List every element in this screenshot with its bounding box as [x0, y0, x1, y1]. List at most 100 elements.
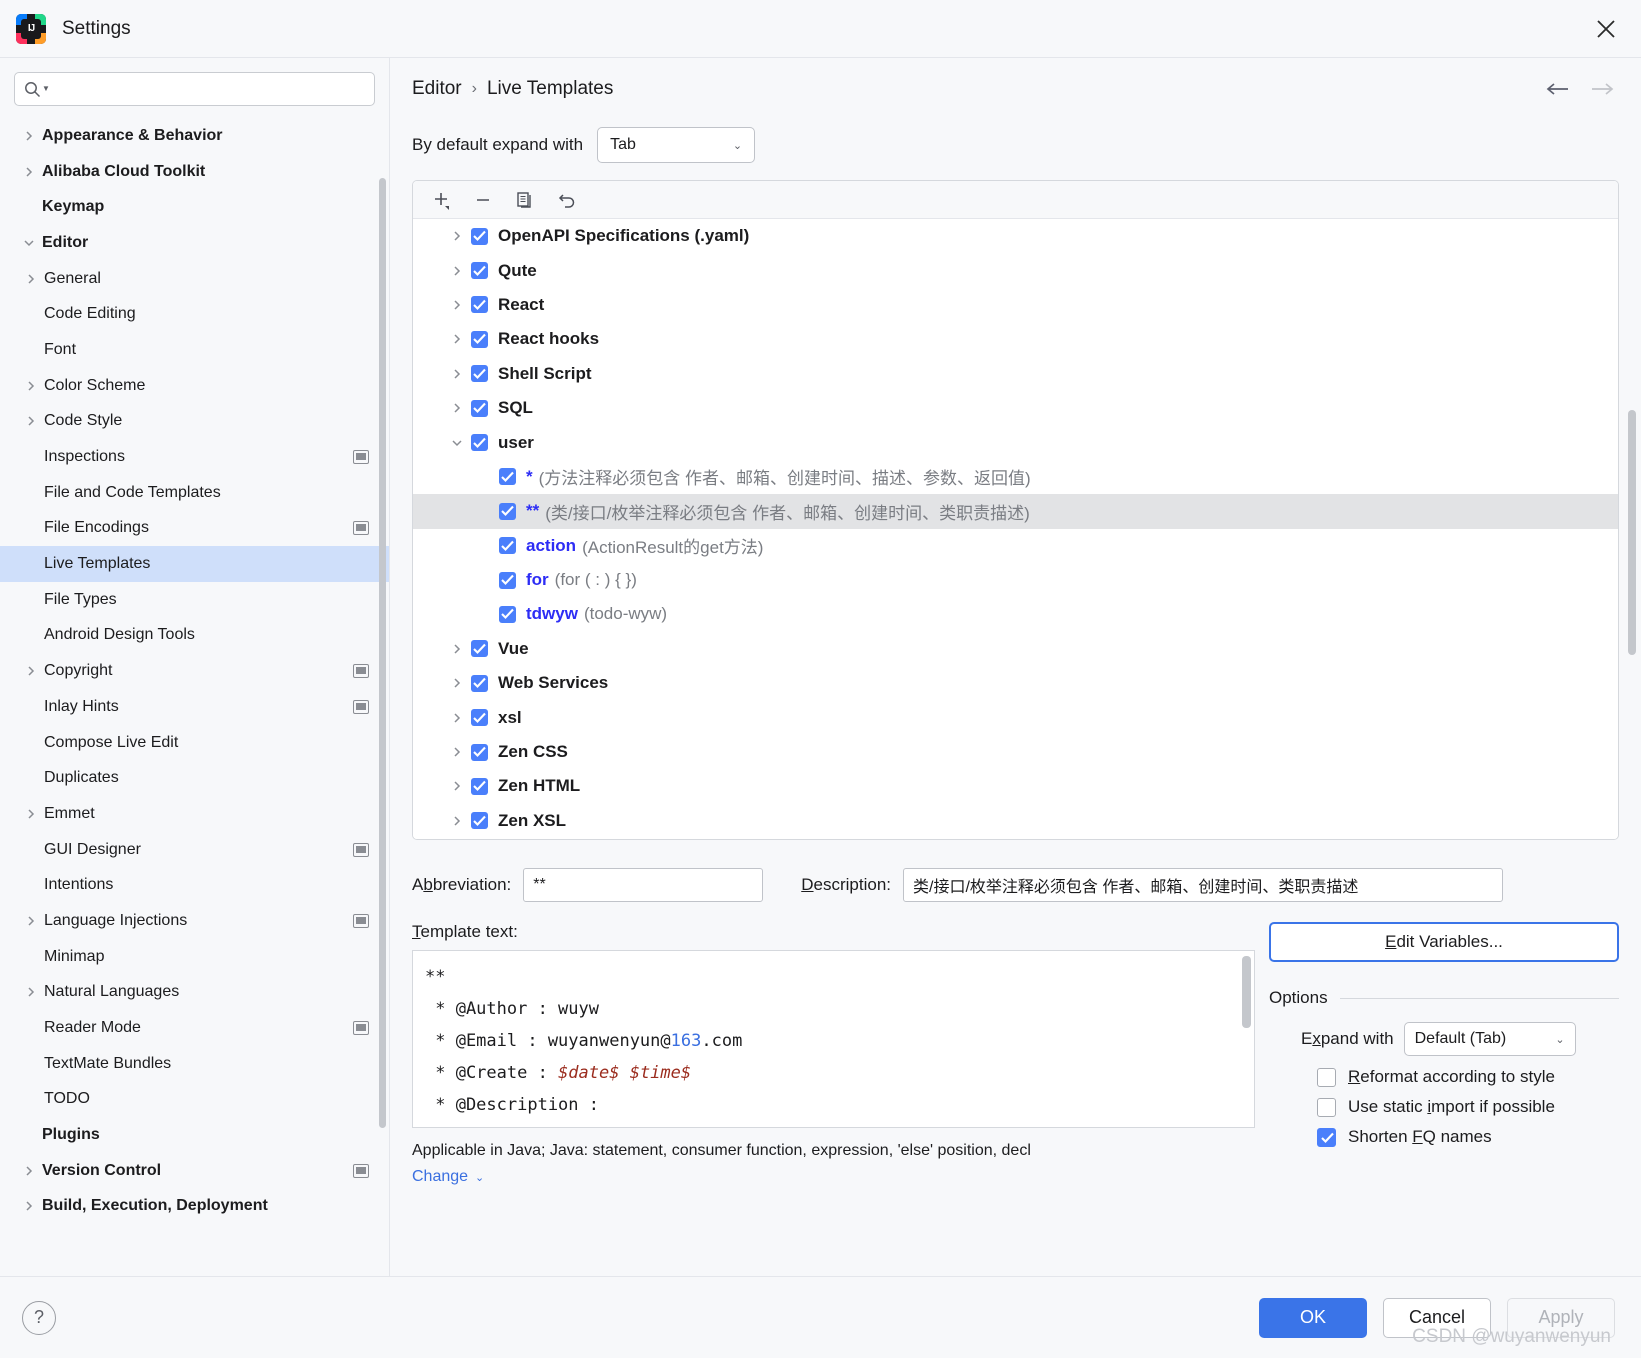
checkbox-checked-icon[interactable] [471, 709, 488, 727]
checkbox-checked-icon[interactable] [471, 674, 488, 692]
sidebar-item-intentions[interactable]: Intentions [0, 867, 389, 903]
checkbox-checked-icon[interactable] [471, 743, 488, 761]
remove-icon[interactable] [469, 187, 497, 213]
checkbox-checked-icon[interactable] [471, 227, 488, 245]
breadcrumb-parent[interactable]: Editor [412, 78, 462, 100]
template-group-row[interactable]: user [413, 425, 1618, 459]
chevron-right-icon[interactable] [443, 368, 471, 380]
help-icon[interactable]: ? [22, 1300, 56, 1335]
revert-icon[interactable] [553, 187, 581, 213]
template-group-row[interactable]: Zen XSL [413, 804, 1618, 838]
sidebar-item-copyright[interactable]: Copyright [0, 653, 389, 689]
checkbox-unchecked-icon[interactable] [1317, 1067, 1336, 1087]
chevron-right-icon[interactable] [443, 230, 471, 242]
chevron-right-icon[interactable] [443, 643, 471, 655]
chevron-down-icon[interactable] [16, 237, 42, 249]
template-group-row[interactable]: Vue [413, 632, 1618, 666]
close-icon[interactable] [1589, 12, 1623, 46]
expand-with-select[interactable]: Tab ⌄ [597, 127, 756, 163]
sidebar-item-font[interactable]: Font [0, 332, 389, 368]
chevron-right-icon[interactable] [18, 380, 44, 392]
sidebar-item-file-encodings[interactable]: File Encodings [0, 511, 389, 547]
checkbox-checked-icon[interactable] [471, 262, 488, 280]
sidebar-item-general[interactable]: General [0, 261, 389, 297]
template-text-editor[interactable]: ** * @Author : wuyw * @Email : wuyanweny… [412, 950, 1255, 1128]
checkbox-checked-icon[interactable] [499, 571, 516, 589]
sidebar-item-textmate-bundles[interactable]: TextMate Bundles [0, 1046, 389, 1082]
settings-tree[interactable]: Appearance & Behavior Alibaba Cloud Toolk… [0, 116, 389, 1276]
arrow-right-icon[interactable] [1585, 74, 1619, 104]
search-box[interactable]: ▼ [14, 72, 375, 106]
cancel-button[interactable]: Cancel [1383, 1297, 1491, 1338]
chevron-right-icon[interactable] [443, 402, 471, 414]
template-group-row[interactable]: SQL [413, 391, 1618, 425]
template-group-row[interactable]: Zen HTML [413, 769, 1618, 803]
checkbox-checked-icon[interactable] [471, 640, 488, 658]
chevron-right-icon[interactable] [18, 665, 44, 677]
change-context-link[interactable]: Change ⌄ [412, 1168, 1255, 1186]
template-child-row[interactable]: * (方法注释必须包含 作者、邮箱、创建时间、描述、参数、返回值) [413, 460, 1618, 494]
template-child-row[interactable]: ** (类/接口/枚举注释必须包含 作者、邮箱、创建时间、类职责描述) [413, 494, 1618, 529]
checkbox-checked-icon[interactable] [471, 365, 488, 383]
chevron-right-icon[interactable] [443, 333, 471, 345]
sidebar-item-compose-live-edit[interactable]: Compose Live Edit [0, 725, 389, 761]
template-group-row[interactable]: Shell Script [413, 357, 1618, 391]
template-group-row[interactable]: Web Services [413, 666, 1618, 700]
sidebar-item-alibaba-cloud-toolkit[interactable]: Alibaba Cloud Toolkit [0, 154, 389, 190]
sidebar-item-appearance-behavior[interactable]: Appearance & Behavior [0, 118, 389, 154]
sidebar-item-editor[interactable]: Editor [0, 225, 389, 261]
chevron-right-icon[interactable] [443, 712, 471, 724]
sidebar-item-code-style[interactable]: Code Style [0, 404, 389, 440]
checkbox-checked-icon[interactable] [499, 537, 516, 555]
template-group-row[interactable]: Qute [413, 253, 1618, 287]
apply-button[interactable]: Apply [1507, 1297, 1615, 1338]
chevron-right-icon[interactable] [18, 273, 44, 285]
checkbox-checked-icon[interactable] [499, 502, 516, 520]
sidebar-item-version-control[interactable]: Version Control [0, 1153, 389, 1189]
abbreviation-input[interactable] [523, 868, 764, 902]
sidebar-item-natural-languages[interactable]: Natural Languages [0, 975, 389, 1011]
chevron-right-icon[interactable] [16, 166, 42, 178]
sidebar-item-language-injections[interactable]: Language Injections [0, 903, 389, 939]
template-group-row[interactable]: React hooks [413, 322, 1618, 356]
template-group-row[interactable]: OpenAPI Specifications (.yaml) [413, 219, 1618, 253]
checkbox-checked-icon[interactable] [471, 330, 488, 348]
code-scrollbar-thumb[interactable] [1242, 956, 1251, 1028]
chevron-right-icon[interactable] [16, 1165, 42, 1177]
ok-button[interactable]: OK [1259, 1297, 1367, 1338]
sidebar-item-keymap[interactable]: Keymap [0, 189, 389, 225]
option-checkbox-reformat-according-to-style[interactable]: Reformat according to style [1269, 1067, 1619, 1087]
add-icon[interactable] [427, 187, 455, 213]
sidebar-item-code-editing[interactable]: Code Editing [0, 296, 389, 332]
sidebar-item-color-scheme[interactable]: Color Scheme [0, 368, 389, 404]
search-input[interactable] [49, 80, 365, 98]
sidebar-item-inspections[interactable]: Inspections [0, 439, 389, 475]
option-checkbox-use-static-import-if-possible[interactable]: Use static import if possible [1269, 1097, 1619, 1117]
expand-with-option-select[interactable]: Default (Tab) ⌄ [1403, 1022, 1576, 1056]
chevron-right-icon[interactable] [443, 677, 471, 689]
template-group-row[interactable]: Zen CSS [413, 735, 1618, 769]
sidebar-item-duplicates[interactable]: Duplicates [0, 760, 389, 796]
chevron-down-icon[interactable] [443, 437, 471, 449]
sidebar-item-live-templates[interactable]: Live Templates [0, 546, 389, 582]
template-child-row[interactable]: action (ActionResult的get方法) [413, 529, 1618, 563]
checkbox-checked-icon[interactable] [471, 812, 488, 830]
checkbox-unchecked-icon[interactable] [1317, 1097, 1336, 1117]
chevron-right-icon[interactable] [443, 780, 471, 792]
sidebar-item-plugins[interactable]: Plugins [0, 1117, 389, 1153]
checkbox-checked-icon[interactable] [471, 777, 488, 795]
chevron-right-icon[interactable] [443, 815, 471, 827]
sidebar-item-file-and-code-templates[interactable]: File and Code Templates [0, 475, 389, 511]
template-child-row[interactable]: tdwyw (todo-wyw) [413, 597, 1618, 631]
duplicate-icon[interactable] [511, 187, 539, 213]
chevron-right-icon[interactable] [16, 1200, 42, 1212]
chevron-right-icon[interactable] [18, 415, 44, 427]
sidebar-item-android-design-tools[interactable]: Android Design Tools [0, 618, 389, 654]
sidebar-item-minimap[interactable]: Minimap [0, 939, 389, 975]
sidebar-item-file-types[interactable]: File Types [0, 582, 389, 618]
checkbox-checked-icon[interactable] [1317, 1127, 1336, 1147]
template-group-row[interactable]: xsl [413, 700, 1618, 734]
sidebar-item-inlay-hints[interactable]: Inlay Hints [0, 689, 389, 725]
checkbox-checked-icon[interactable] [471, 296, 488, 314]
arrow-left-icon[interactable] [1541, 74, 1575, 104]
